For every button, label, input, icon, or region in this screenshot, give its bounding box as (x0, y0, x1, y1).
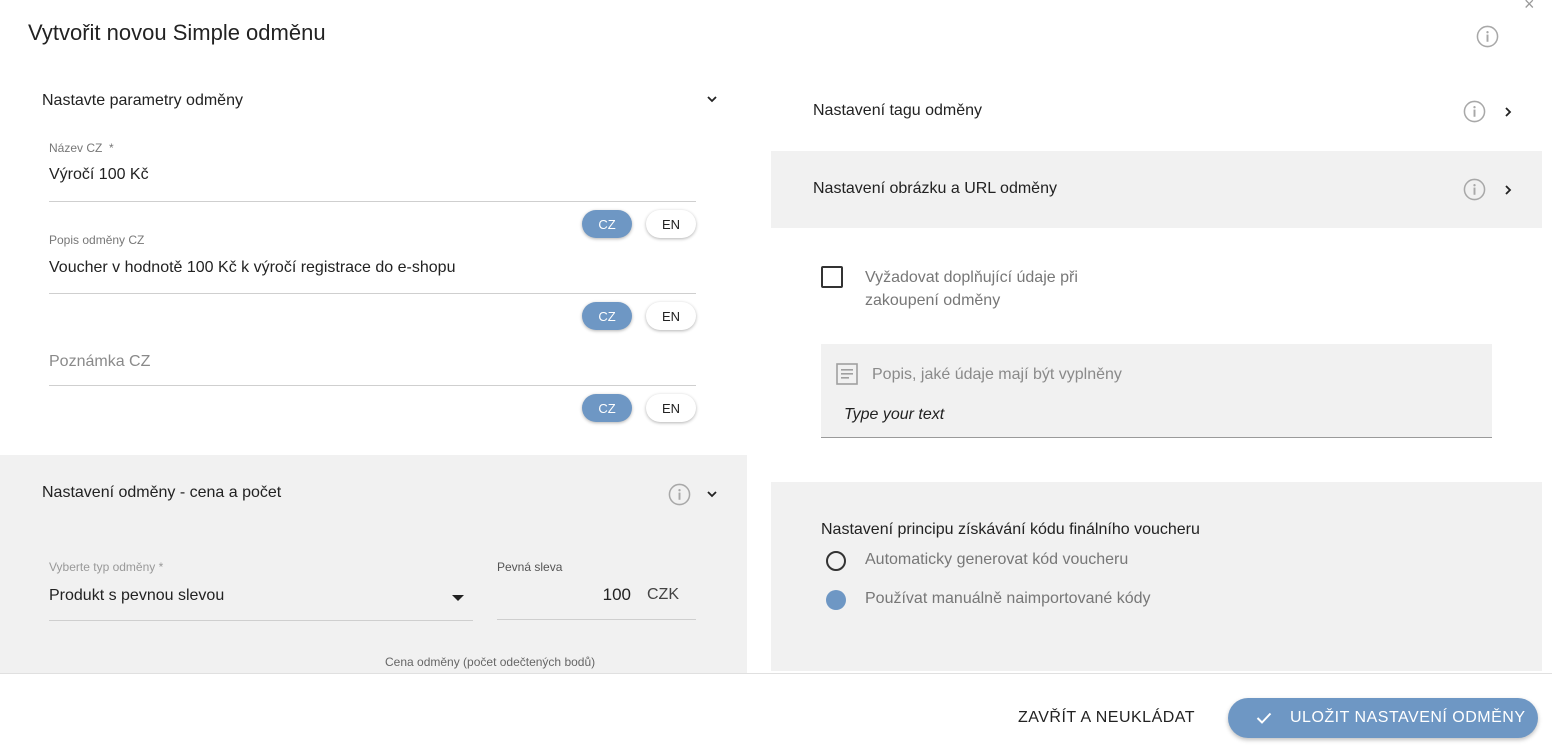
lang-en-button[interactable]: EN (646, 210, 696, 238)
info-icon[interactable] (668, 483, 691, 506)
tag-settings-row[interactable]: Nastavení tagu odměny (813, 102, 982, 120)
lang-cz-button[interactable]: CZ (582, 210, 632, 238)
dropdown-arrow-icon[interactable] (452, 595, 464, 601)
desc-field-underline (49, 293, 696, 294)
desc-field-label: Popis odměny CZ (49, 233, 145, 247)
lang-en-button[interactable]: EN (646, 394, 696, 422)
info-icon[interactable] (1463, 100, 1486, 123)
footer-divider (0, 673, 1552, 674)
name-field-input[interactable]: Výročí 100 Kč (49, 166, 149, 184)
fixed-discount-input[interactable]: 100 (560, 585, 631, 605)
info-icon[interactable] (1476, 25, 1499, 48)
checkbox-label-line2: zakoupení odměny (865, 292, 1001, 309)
close-icon[interactable]: × (1524, 0, 1535, 15)
points-price-label: Cena odměny (počet odečtených bodů) (385, 655, 596, 669)
require-details-label: Vyžadovat doplňující údaje při zakoupení… (865, 266, 1078, 312)
name-label-text: Název CZ (49, 141, 103, 155)
required-asterisk: * (109, 141, 114, 155)
cancel-button[interactable]: ZAVŘÍT A NEUKLÁDAT (1018, 709, 1195, 727)
image-settings-row[interactable]: Nastavení obrázku a URL odměny (813, 180, 1057, 198)
name-field-underline (49, 201, 696, 202)
voucher-principle-panel (771, 482, 1542, 671)
checkbox-label-line1: Vyžadovat doplňující údaje při (865, 269, 1078, 286)
radio-manual-import[interactable] (826, 590, 846, 610)
price-section-header[interactable]: Nastavení odměny - cena a počet (42, 484, 281, 502)
check-icon (1256, 712, 1272, 724)
textarea-placeholder: Popis, jaké údaje mají být vyplněny (872, 366, 1122, 383)
note-field-underline (49, 385, 696, 386)
radio-manual-label: Používat manuálně naimportované kódy (865, 590, 1151, 607)
chevron-right-icon[interactable] (1502, 105, 1514, 121)
notes-icon (835, 362, 859, 391)
save-button[interactable]: ULOŽIT NASTAVENÍ ODMĚNY (1228, 698, 1538, 738)
require-details-checkbox[interactable] (821, 266, 843, 288)
lang-en-button[interactable]: EN (646, 302, 696, 330)
reward-type-select[interactable]: Produkt s pevnou slevou (49, 587, 224, 605)
reward-type-underline (49, 620, 473, 621)
radio-auto-label: Automaticky generovat kód voucheru (865, 551, 1129, 568)
fixed-discount-label: Pevná sleva (497, 560, 563, 574)
lang-cz-button[interactable]: CZ (582, 394, 632, 422)
voucher-principle-heading: Nastavení principu získávání kódu fináln… (821, 521, 1200, 538)
info-icon[interactable] (1463, 178, 1486, 201)
note-field-input[interactable]: Poznámka CZ (49, 353, 150, 371)
radio-auto-generate[interactable] (826, 551, 846, 571)
save-button-label: ULOŽIT NASTAVENÍ ODMĚNY (1290, 709, 1526, 726)
chevron-down-icon[interactable] (706, 487, 718, 503)
fixed-discount-underline (497, 619, 696, 620)
lang-cz-button[interactable]: CZ (582, 302, 632, 330)
name-field-label: Název CZ * (49, 141, 114, 155)
reward-type-label: Vyberte typ odměny * (49, 560, 164, 574)
desc-field-input[interactable]: Voucher v hodnotě 100 Kč k výročí regist… (49, 259, 455, 277)
params-section-header[interactable]: Nastavte parametry odměny (42, 92, 243, 110)
chevron-down-icon[interactable] (706, 92, 718, 108)
chevron-right-icon[interactable] (1502, 183, 1514, 199)
dialog-title: Vytvořit novou Simple odměnu (28, 20, 326, 45)
textarea-value[interactable]: Type your text (844, 406, 944, 424)
currency-suffix: CZK (647, 586, 679, 603)
